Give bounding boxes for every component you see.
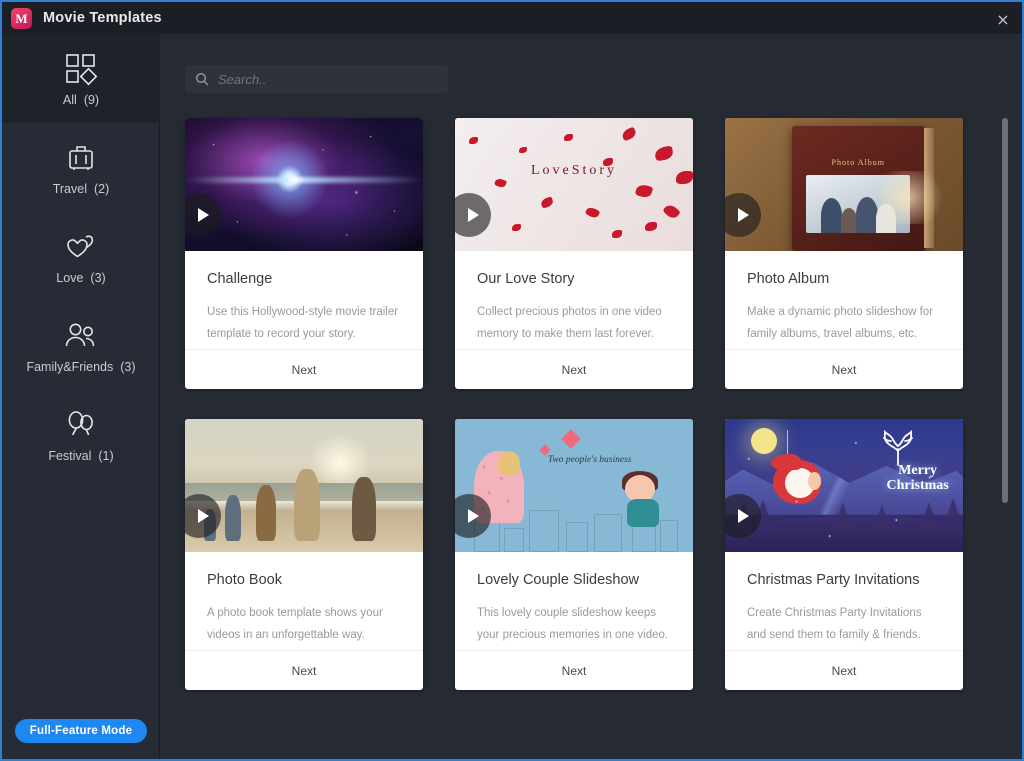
template-title: Challenge — [207, 271, 401, 287]
thumbnail-overlay-text: LoveStory — [531, 163, 617, 179]
suitcase-icon — [64, 139, 98, 177]
title-bar: M Movie Templates × — [2, 0, 1024, 34]
grid-diamond-icon — [64, 50, 98, 88]
galaxy-artwork — [185, 118, 423, 251]
hearts-icon — [63, 228, 99, 266]
template-card[interactable]: LoveStory Our Love Story Collect preciou… — [455, 118, 693, 389]
main-content: Challenge Use this Hollywood-style movie… — [161, 34, 1022, 761]
sidebar-item-label: All(9) — [63, 93, 99, 107]
sidebar-item-label: Travel(2) — [53, 182, 110, 196]
search-input[interactable] — [218, 72, 418, 87]
sidebar-item-label: Love(3) — [56, 271, 105, 285]
sidebar-item-all[interactable]: All(9) — [2, 34, 160, 123]
couple-cartoon-artwork: Two people's business — [455, 419, 693, 552]
template-card[interactable]: Photo Album Photo Album Make a dynamic p… — [725, 118, 963, 389]
template-thumbnail[interactable]: MerryChristmas — [725, 419, 963, 552]
template-title: Lovely Couple Slideshow — [477, 572, 671, 588]
template-description: Make a dynamic photo slideshow for famil… — [747, 301, 941, 345]
search-icon — [195, 72, 209, 86]
category-sidebar: All(9) Travel(2) Love(3) — [2, 34, 160, 761]
search-bar[interactable] — [185, 65, 448, 93]
sidebar-item-love[interactable]: Love(3) — [2, 212, 160, 301]
template-title: Our Love Story — [477, 271, 671, 287]
full-feature-mode-button[interactable]: Full-Feature Mode — [15, 719, 147, 743]
beach-artwork — [185, 419, 423, 552]
template-card[interactable]: MerryChristmas Christmas Party Invitatio… — [725, 419, 963, 690]
template-info: Photo Album Make a dynamic photo slidesh… — [725, 251, 963, 349]
template-card[interactable]: Two people's business Lovely Couple Slid… — [455, 419, 693, 690]
next-button[interactable]: Next — [725, 349, 963, 389]
template-title: Photo Book — [207, 572, 401, 588]
movie-templates-app-icon: M — [11, 8, 32, 29]
template-info: Challenge Use this Hollywood-style movie… — [185, 251, 423, 349]
scrollbar[interactable] — [1002, 118, 1008, 678]
thumbnail-overlay-text: Two people's business — [548, 455, 632, 465]
sidebar-item-label: Festival(1) — [48, 449, 113, 463]
next-button[interactable]: Next — [185, 650, 423, 690]
template-card[interactable]: Challenge Use this Hollywood-style movie… — [185, 118, 423, 389]
template-thumbnail[interactable] — [185, 419, 423, 552]
scrollbar-thumb[interactable] — [1002, 118, 1008, 503]
thumbnail-overlay-text: Photo Album — [792, 158, 925, 167]
next-button[interactable]: Next — [455, 349, 693, 389]
template-description: This lovely couple slideshow keeps your … — [477, 602, 671, 646]
template-info: Christmas Party Invitations Create Chris… — [725, 552, 963, 650]
next-button[interactable]: Next — [185, 349, 423, 389]
template-info: Lovely Couple Slideshow This lovely coup… — [455, 552, 693, 650]
template-grid: Challenge Use this Hollywood-style movie… — [185, 118, 997, 690]
template-title: Christmas Party Invitations — [747, 572, 941, 588]
template-description: Use this Hollywood-style movie trailer t… — [207, 301, 401, 345]
balloons-icon — [63, 406, 99, 444]
template-info: Our Love Story Collect precious photos i… — [455, 251, 693, 349]
template-thumbnail[interactable] — [185, 118, 423, 251]
template-thumbnail[interactable]: Photo Album — [725, 118, 963, 251]
sidebar-item-label: Family&Friends(3) — [26, 360, 135, 374]
close-icon[interactable]: × — [980, 2, 1024, 36]
photo-album-artwork: Photo Album — [725, 118, 963, 251]
people-icon — [62, 317, 100, 355]
christmas-artwork: MerryChristmas — [725, 419, 963, 552]
rose-petals-artwork: LoveStory — [455, 118, 693, 251]
sidebar-item-family-friends[interactable]: Family&Friends(3) — [2, 301, 160, 390]
window-title: Movie Templates — [43, 10, 162, 26]
template-title: Photo Album — [747, 271, 941, 287]
sidebar-item-travel[interactable]: Travel(2) — [2, 123, 160, 212]
template-thumbnail[interactable]: LoveStory — [455, 118, 693, 251]
template-card[interactable]: Photo Book A photo book template shows y… — [185, 419, 423, 690]
template-info: Photo Book A photo book template shows y… — [185, 552, 423, 650]
app-icon-glyph: M — [15, 11, 28, 26]
template-description: A photo book template shows your videos … — [207, 602, 401, 646]
template-description: Collect precious photos in one video mem… — [477, 301, 671, 345]
sidebar-item-festival[interactable]: Festival(1) — [2, 390, 160, 479]
template-thumbnail[interactable]: Two people's business — [455, 419, 693, 552]
next-button[interactable]: Next — [455, 650, 693, 690]
movie-templates-window: M Movie Templates × All(9) — [0, 0, 1024, 761]
next-button[interactable]: Next — [725, 650, 963, 690]
template-description: Create Christmas Party Invitations and s… — [747, 602, 941, 646]
